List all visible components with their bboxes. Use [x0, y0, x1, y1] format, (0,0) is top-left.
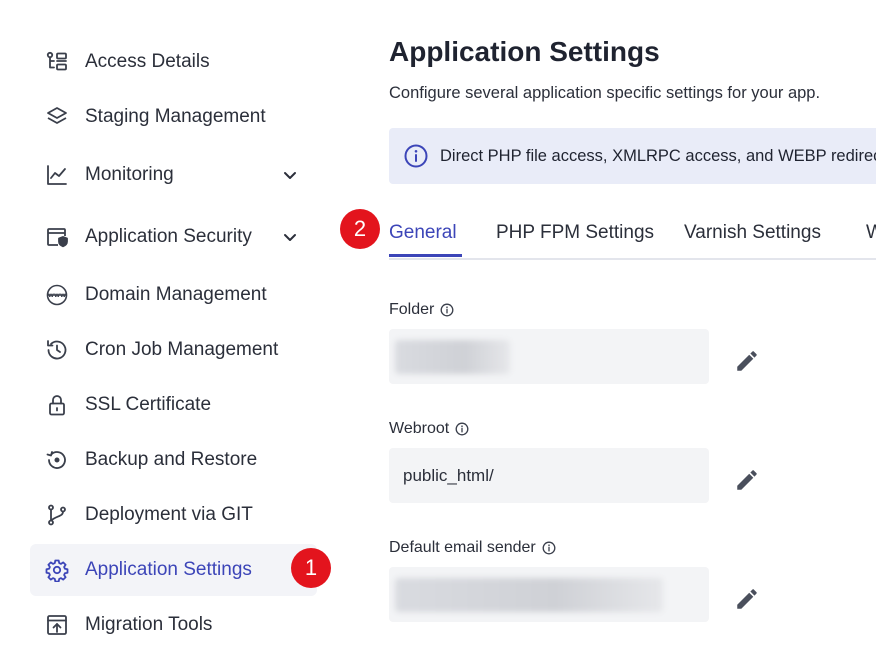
tab-php-fpm-settings[interactable]: PHP FPM Settings	[496, 222, 654, 254]
webroot-field: public_html/	[389, 448, 709, 503]
sidebar-item-label: Application Settings	[85, 559, 252, 580]
sidebar-item-migration-tools[interactable]: Migration Tools	[30, 599, 317, 651]
email-sender-label-text: Default email sender	[389, 539, 536, 556]
sidebar-item-label: Staging Management	[85, 106, 266, 127]
sidebar-item-label: SSL Certificate	[85, 394, 212, 415]
info-icon[interactable]	[455, 422, 469, 436]
chevron-down-icon[interactable]	[280, 165, 300, 185]
sidebar-item-application-settings[interactable]: Application Settings	[30, 544, 317, 596]
sidebar-item-access-details[interactable]: Access Details	[30, 36, 317, 88]
layers-icon	[44, 104, 70, 130]
sidebar-item-backup-and-restore[interactable]: Backup and Restore	[30, 434, 317, 486]
chevron-down-icon[interactable]	[280, 227, 300, 247]
page-subtitle: Configure several application specific s…	[389, 84, 821, 102]
migration-icon	[44, 612, 70, 638]
sidebar-item-label: Deployment via GIT	[85, 504, 253, 525]
page: Access Details Staging Management Monito…	[0, 0, 876, 672]
access-details-icon	[44, 49, 70, 75]
sidebar-item-label: Domain Management	[85, 284, 267, 305]
info-banner-text: Direct PHP file access, XMLRPC access, a…	[440, 146, 876, 165]
history-clock-icon	[44, 337, 70, 363]
sidebar-item-label: Monitoring	[85, 164, 174, 185]
page-title: Application Settings	[389, 36, 660, 67]
folder-label-text: Folder	[389, 301, 435, 318]
info-banner: Direct PHP file access, XMLRPC access, a…	[389, 128, 876, 184]
sidebar-item-deployment-via-git[interactable]: Deployment via GIT	[30, 489, 317, 541]
sidebar-item-label: Migration Tools	[85, 614, 213, 635]
info-icon[interactable]	[440, 303, 454, 317]
redacted-value	[395, 340, 510, 374]
email-sender-label: Default email sender	[389, 539, 556, 557]
active-tab-indicator	[389, 254, 462, 257]
restore-icon	[44, 447, 70, 473]
gear-icon	[44, 557, 70, 583]
sidebar-item-ssl-certificate[interactable]: SSL Certificate	[30, 379, 317, 431]
sidebar-item-domain-management[interactable]: www Domain Management	[30, 269, 317, 321]
info-circle-icon	[404, 144, 428, 168]
folder-field	[389, 329, 709, 384]
edit-webroot-button[interactable]	[734, 467, 760, 493]
folder-label: Folder	[389, 301, 454, 319]
edit-email-sender-button[interactable]	[734, 586, 760, 612]
tab-more[interactable]: W	[866, 222, 876, 254]
webroot-label-text: Webroot	[389, 420, 450, 437]
sidebar-item-monitoring[interactable]: Monitoring	[30, 149, 317, 201]
redacted-value	[395, 578, 663, 612]
info-icon[interactable]	[542, 541, 556, 555]
sidebar-item-label: Backup and Restore	[85, 449, 258, 470]
sidebar-item-label: Cron Job Management	[85, 339, 279, 360]
sidebar-item-application-security[interactable]: Application Security	[30, 211, 317, 263]
tab-varnish-settings[interactable]: Varnish Settings	[684, 222, 821, 254]
lock-icon	[44, 392, 70, 418]
settings-tabs: General PHP FPM Settings Varnish Setting…	[389, 212, 876, 260]
main-content: Application Settings Configure several a…	[389, 0, 876, 672]
sidebar-item-cron-job-management[interactable]: Cron Job Management	[30, 324, 317, 376]
sidebar-nav: Access Details Staging Management Monito…	[0, 0, 331, 672]
www-globe-icon: www	[44, 282, 70, 308]
annotation-marker-1: 1	[291, 548, 331, 588]
sidebar-item-label: Access Details	[85, 51, 210, 72]
chart-line-icon	[44, 162, 70, 188]
edit-folder-button[interactable]	[734, 348, 760, 374]
tab-general[interactable]: General	[389, 222, 457, 254]
svg-text:www: www	[48, 291, 66, 299]
webroot-label: Webroot	[389, 420, 469, 438]
webroot-value: public_html/	[403, 465, 494, 485]
shield-browser-icon	[44, 224, 70, 250]
git-branch-icon	[44, 502, 70, 528]
annotation-marker-2: 2	[340, 209, 380, 249]
email-sender-field	[389, 567, 709, 622]
sidebar-item-label: Application Security	[85, 226, 252, 247]
sidebar-item-staging-management[interactable]: Staging Management	[30, 91, 317, 143]
